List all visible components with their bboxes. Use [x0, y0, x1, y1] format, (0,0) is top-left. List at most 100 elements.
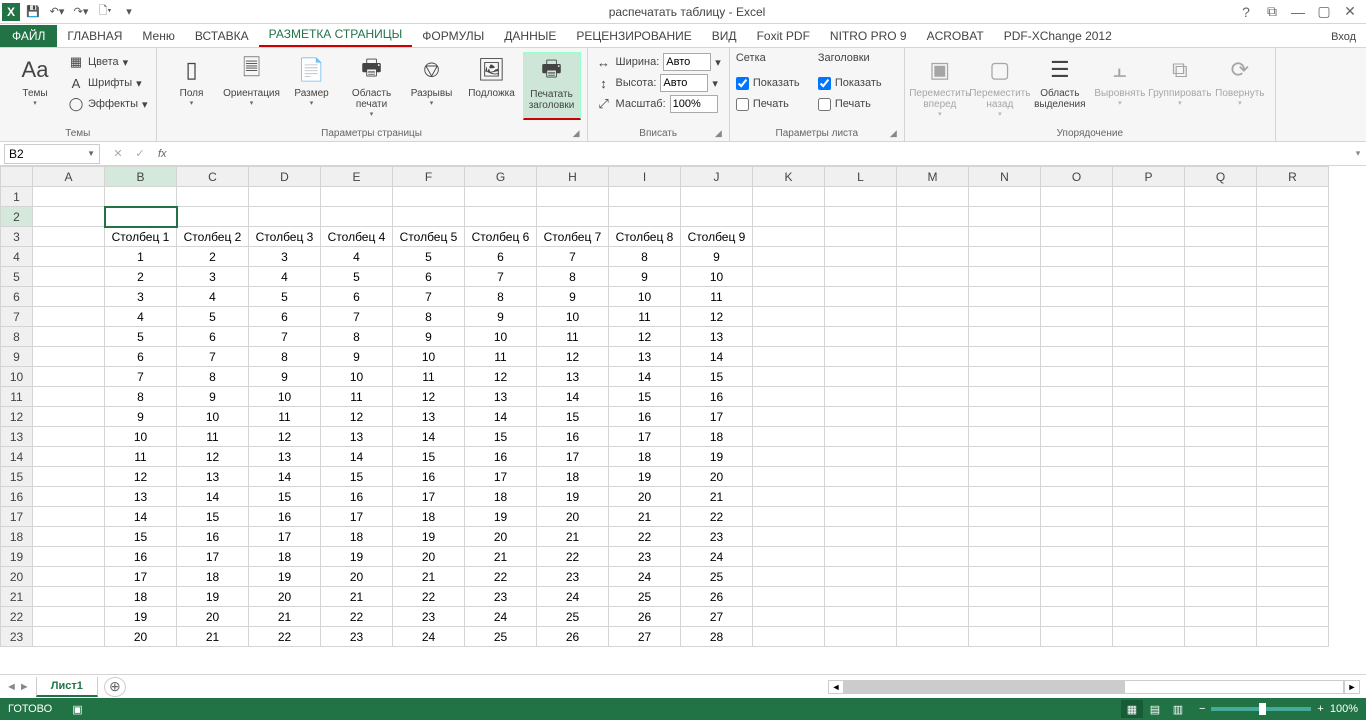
headings-show-checkbox[interactable]: Показать	[818, 73, 898, 93]
cell[interactable]	[33, 627, 105, 647]
cell[interactable]	[753, 387, 825, 407]
cell[interactable]: 8	[393, 307, 465, 327]
cell[interactable]: 11	[177, 427, 249, 447]
cell[interactable]: 22	[321, 607, 393, 627]
cell[interactable]	[753, 447, 825, 467]
cell[interactable]	[753, 567, 825, 587]
chevron-down-icon[interactable]: ▼	[87, 149, 95, 158]
cell[interactable]	[897, 227, 969, 247]
cell[interactable]	[753, 327, 825, 347]
cell[interactable]	[1185, 187, 1257, 207]
cell[interactable]: 13	[609, 347, 681, 367]
cell[interactable]: 9	[321, 347, 393, 367]
cell[interactable]	[969, 327, 1041, 347]
cell[interactable]: 4	[321, 247, 393, 267]
cell[interactable]	[897, 367, 969, 387]
cell[interactable]	[825, 367, 897, 387]
cell[interactable]: 25	[681, 567, 753, 587]
cell[interactable]	[969, 567, 1041, 587]
scroll-right-icon[interactable]: ►	[1344, 680, 1360, 694]
cell[interactable]: 16	[465, 447, 537, 467]
cell[interactable]	[1185, 287, 1257, 307]
view-normal-icon[interactable]: ▦	[1121, 700, 1143, 718]
cell[interactable]: Столбец 3	[249, 227, 321, 247]
cell[interactable]: 3	[249, 247, 321, 267]
orientation-button[interactable]: 🗏Ориентация▾	[223, 52, 281, 120]
cell[interactable]: 18	[249, 547, 321, 567]
scroll-thumb[interactable]	[845, 681, 1125, 693]
cell[interactable]	[1185, 587, 1257, 607]
cell[interactable]: 7	[105, 367, 177, 387]
cell[interactable]	[1257, 607, 1329, 627]
cell[interactable]: 14	[321, 447, 393, 467]
column-header[interactable]: R	[1257, 167, 1329, 187]
save-icon[interactable]: 💾	[22, 1, 44, 23]
cell[interactable]	[1041, 287, 1113, 307]
cell[interactable]: 23	[321, 627, 393, 647]
cell[interactable]	[897, 287, 969, 307]
cell[interactable]: 8	[321, 327, 393, 347]
cell[interactable]: 5	[177, 307, 249, 327]
cell[interactable]	[753, 247, 825, 267]
cell[interactable]: 12	[537, 347, 609, 367]
cell[interactable]: 25	[537, 607, 609, 627]
cell[interactable]	[825, 347, 897, 367]
cell[interactable]: 10	[537, 307, 609, 327]
cell[interactable]	[825, 447, 897, 467]
cell[interactable]: Столбец 8	[609, 227, 681, 247]
cell[interactable]: 17	[537, 447, 609, 467]
cell[interactable]: 12	[249, 427, 321, 447]
cell[interactable]: 13	[105, 487, 177, 507]
cell[interactable]: 5	[249, 287, 321, 307]
cell[interactable]	[825, 307, 897, 327]
cell[interactable]	[1113, 567, 1185, 587]
scroll-left-icon[interactable]: ◄	[828, 680, 844, 694]
cell[interactable]	[969, 527, 1041, 547]
fx-icon[interactable]: fx	[154, 148, 171, 160]
tab-pdf-xchange-2012[interactable]: PDF-XChange 2012	[994, 25, 1122, 47]
cell[interactable]	[897, 487, 969, 507]
cell[interactable]	[1113, 487, 1185, 507]
cell[interactable]	[609, 187, 681, 207]
cell[interactable]	[1113, 587, 1185, 607]
cell[interactable]	[1185, 407, 1257, 427]
cell[interactable]	[897, 507, 969, 527]
cell[interactable]: 11	[465, 347, 537, 367]
tab-вставка[interactable]: ВСТАВКА	[185, 25, 259, 47]
cell[interactable]: 16	[393, 467, 465, 487]
cell[interactable]	[1257, 307, 1329, 327]
cell[interactable]	[1113, 427, 1185, 447]
cell[interactable]	[969, 367, 1041, 387]
cell[interactable]	[897, 427, 969, 447]
cell[interactable]	[1113, 327, 1185, 347]
cell[interactable]	[969, 207, 1041, 227]
cell[interactable]	[897, 447, 969, 467]
cell[interactable]: 21	[393, 567, 465, 587]
cell[interactable]: 16	[321, 487, 393, 507]
column-header[interactable]: P	[1113, 167, 1185, 187]
cell[interactable]	[1257, 327, 1329, 347]
close-icon[interactable]: ✕	[1338, 2, 1362, 22]
cell[interactable]	[825, 287, 897, 307]
headings-print-checkbox[interactable]: Печать	[818, 94, 898, 114]
cell[interactable]	[753, 587, 825, 607]
cell[interactable]	[1113, 207, 1185, 227]
cell[interactable]: 7	[393, 287, 465, 307]
cell[interactable]: 19	[609, 467, 681, 487]
cell[interactable]	[897, 587, 969, 607]
cell[interactable]	[33, 267, 105, 287]
cell[interactable]	[321, 207, 393, 227]
cell[interactable]: 6	[177, 327, 249, 347]
cell[interactable]: 10	[681, 267, 753, 287]
cell[interactable]: 26	[609, 607, 681, 627]
column-header[interactable]: G	[465, 167, 537, 187]
ribbon-display-icon[interactable]: ⧉	[1260, 2, 1284, 22]
cell[interactable]: 16	[249, 507, 321, 527]
cell[interactable]: 26	[537, 627, 609, 647]
cell[interactable]	[33, 327, 105, 347]
cell[interactable]: Столбец 7	[537, 227, 609, 247]
cell[interactable]: 27	[681, 607, 753, 627]
cell[interactable]	[753, 347, 825, 367]
cell[interactable]	[1113, 407, 1185, 427]
cell[interactable]: 18	[321, 527, 393, 547]
